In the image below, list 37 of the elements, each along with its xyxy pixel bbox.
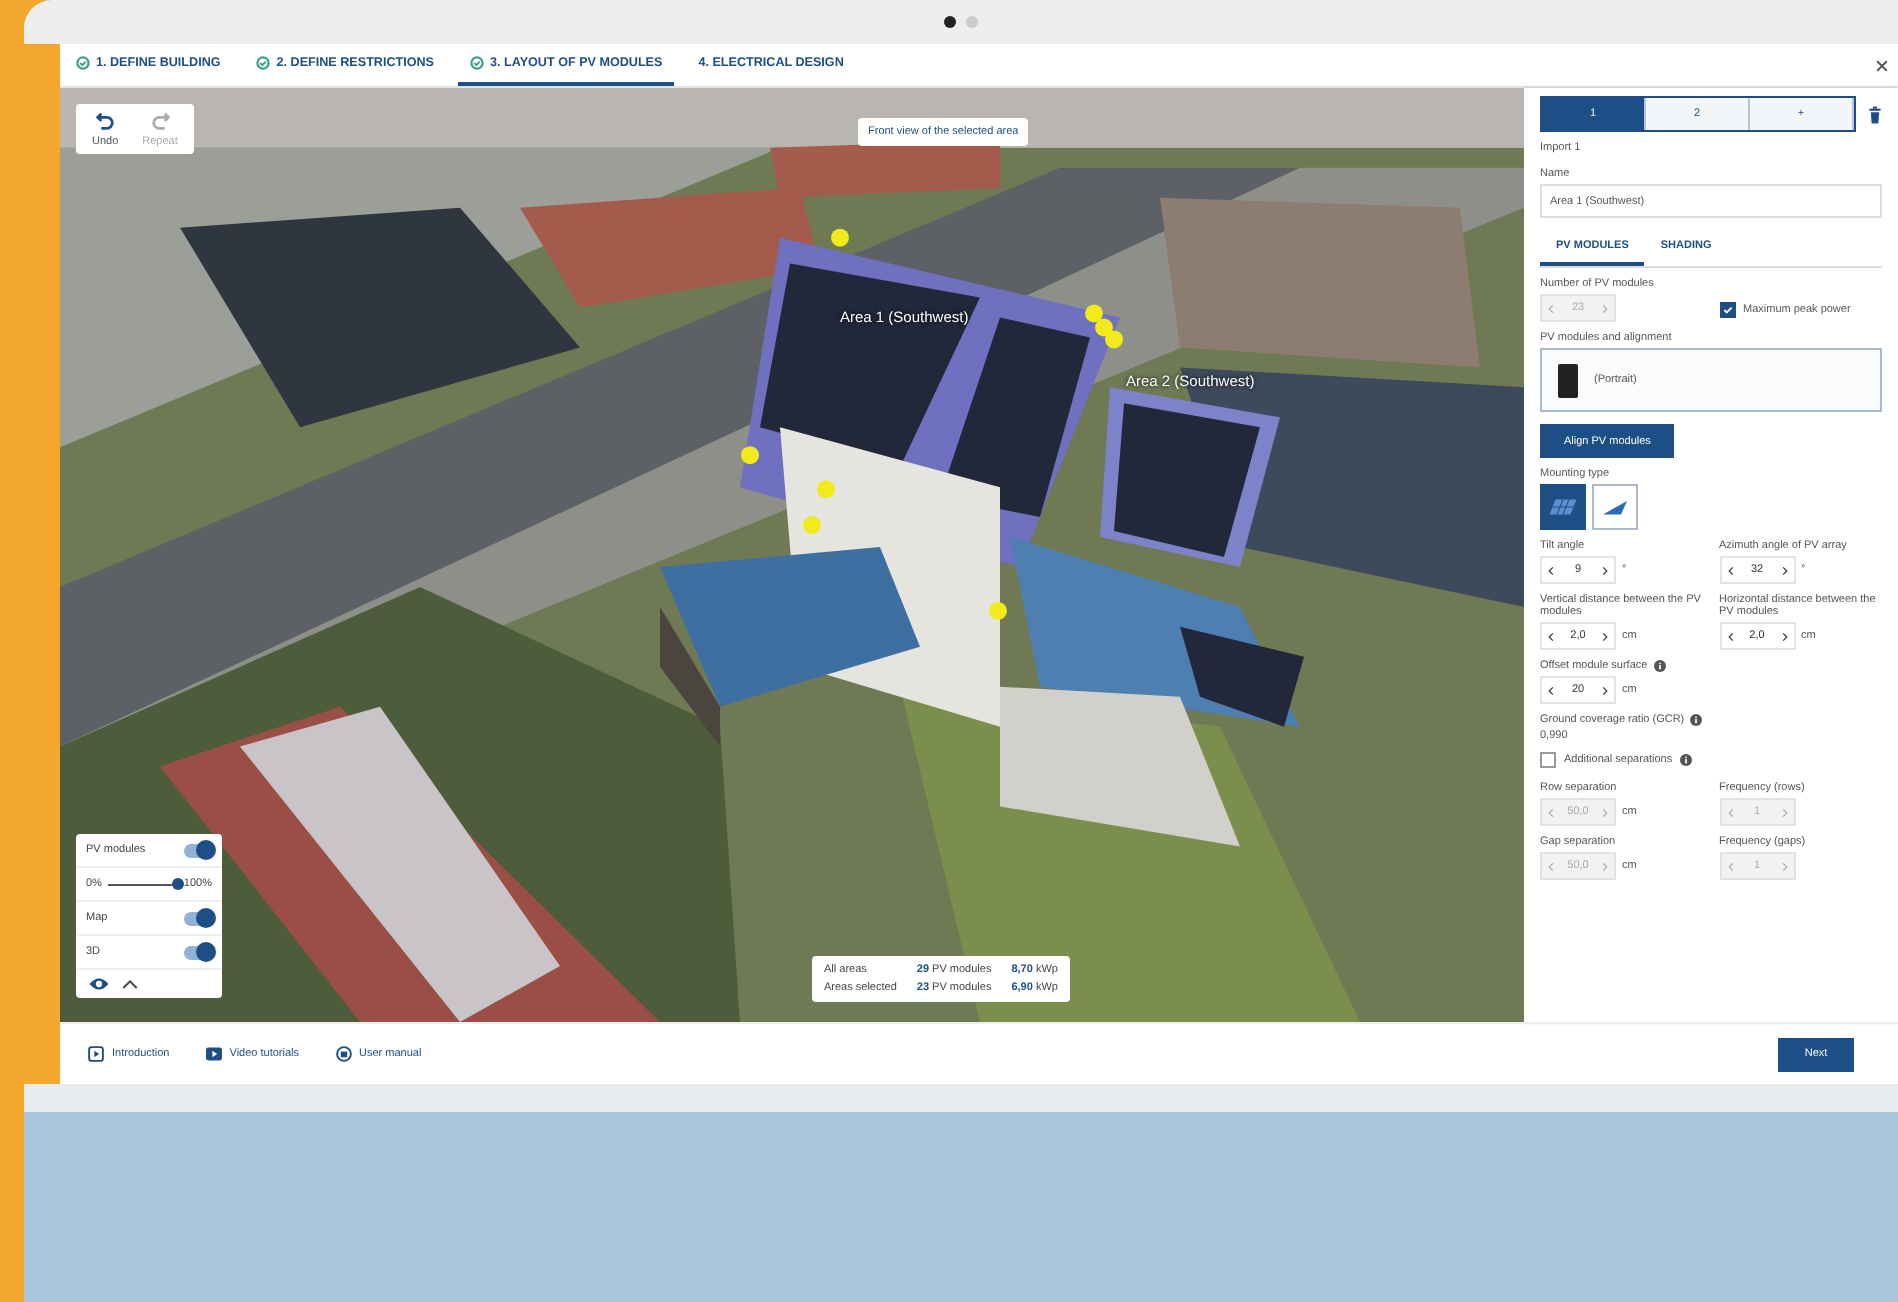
opacity-slider-thumb[interactable] [171, 878, 184, 890]
eye-icon[interactable] [88, 976, 110, 992]
chevron-left-icon[interactable] [1727, 631, 1733, 641]
video-icon [205, 1046, 222, 1062]
aerial-map-drawing[interactable] [60, 88, 1524, 1022]
chevron-left-icon[interactable] [1548, 565, 1554, 575]
close-icon[interactable] [1874, 57, 1890, 73]
checkbox[interactable] [1719, 302, 1735, 318]
check-circle-icon [256, 56, 271, 70]
info-icon[interactable] [1690, 714, 1703, 726]
chevron-right-icon[interactable] [1602, 631, 1608, 641]
mounting-option[interactable] [1592, 484, 1638, 530]
layer-toggle[interactable] [184, 911, 212, 925]
chevron-right-icon[interactable] [1602, 565, 1608, 575]
undo-icon [94, 110, 117, 132]
redo-icon [149, 110, 172, 132]
layer-toggle[interactable] [184, 843, 212, 857]
chevron-right-icon[interactable] [1602, 685, 1608, 695]
checkbox[interactable] [1540, 752, 1556, 768]
layer-toggle[interactable] [184, 945, 212, 959]
pv-module-icon [1558, 363, 1578, 397]
info-icon[interactable] [1680, 754, 1693, 766]
chevron-left-icon[interactable] [1548, 685, 1554, 695]
chevron-right-icon[interactable] [1781, 631, 1787, 641]
trash-icon[interactable] [1868, 105, 1882, 123]
mounting-option[interactable] [1540, 484, 1586, 530]
chevron-left-icon[interactable] [1548, 631, 1554, 641]
page-indicator-dot[interactable] [944, 16, 956, 28]
chevron-up-icon[interactable] [122, 978, 138, 990]
play-square-icon [88, 1046, 104, 1062]
chevron-right-icon[interactable] [1781, 565, 1787, 575]
check-circle-icon [470, 56, 485, 70]
page-indicator-dot[interactable] [966, 16, 978, 28]
book-circle-icon [335, 1046, 352, 1062]
info-icon[interactable] [1653, 660, 1666, 672]
chevron-left-icon[interactable] [1727, 565, 1733, 575]
check-circle-icon [76, 56, 90, 70]
